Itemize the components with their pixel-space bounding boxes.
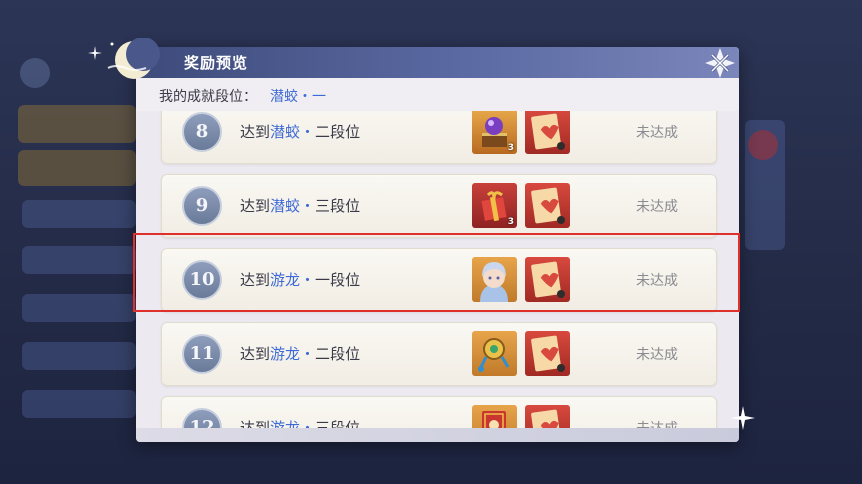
sparkle-icon [731,406,755,430]
status-text: 未达成 [636,418,678,428]
highlight-frame [133,233,740,312]
background-menu-item [22,200,136,228]
dialog-title: 奖励预览 [184,54,249,72]
golden-amulet-icon[interactable] [472,331,517,376]
close-x-icon[interactable] [702,45,738,81]
background-menu-item [22,342,136,370]
reward-row-11: 11 达到游龙・二段位 未达成 [161,322,717,386]
row-number-badge: 9 [182,186,222,226]
red-envelope-card-icon[interactable] [525,111,570,154]
status-text: 未达成 [636,347,678,363]
item-quantity: 3 [507,143,514,153]
current-rank-bar: 我的成就段位： 潜蛟・一 [136,78,739,111]
row-number-badge: 11 [182,334,222,374]
status-text: 未达成 [636,125,678,141]
red-envelope-card-icon[interactable] [525,331,570,376]
red-gift-box-icon[interactable]: 3 [472,183,517,228]
background-menu-item [22,246,136,274]
background-panel [18,150,136,186]
status-text: 未达成 [636,199,678,215]
red-envelope-card-icon[interactable] [525,405,570,428]
current-rank-value: 潜蛟・一 [270,89,326,105]
sparkle-icon [88,46,102,60]
crystal-orb-chest-icon[interactable]: 3 [472,111,517,154]
reward-row-8: 8 达到潜蛟・二段位 3 未达成 [161,111,717,164]
row-requirement: 达到游龙・三段位 [240,419,361,428]
background-red-badge [748,130,778,160]
background-avatar [20,58,50,88]
row-number-badge: 8 [182,112,222,152]
reward-row-9: 9 达到潜蛟・三段位 3 未达成 [161,174,717,238]
item-quantity: 3 [507,217,514,227]
dialog-header: 奖励预览 [107,38,739,81]
reward-row-12: 12 达到游龙・三段位 未达成 [161,396,717,428]
background-menu-item [22,294,136,322]
red-envelope-card-icon[interactable] [525,183,570,228]
row-number-badge: 12 [182,408,222,428]
dialog-bottom-border [136,428,739,442]
background-panel [18,105,136,143]
current-rank-label: 我的成就段位： [159,89,257,105]
red-card-pack-icon[interactable] [472,405,517,428]
row-requirement: 达到游龙・二段位 [240,345,361,363]
row-requirement: 达到潜蛟・三段位 [240,197,361,215]
row-requirement: 达到潜蛟・二段位 [240,123,361,141]
background-menu-item [22,390,136,418]
